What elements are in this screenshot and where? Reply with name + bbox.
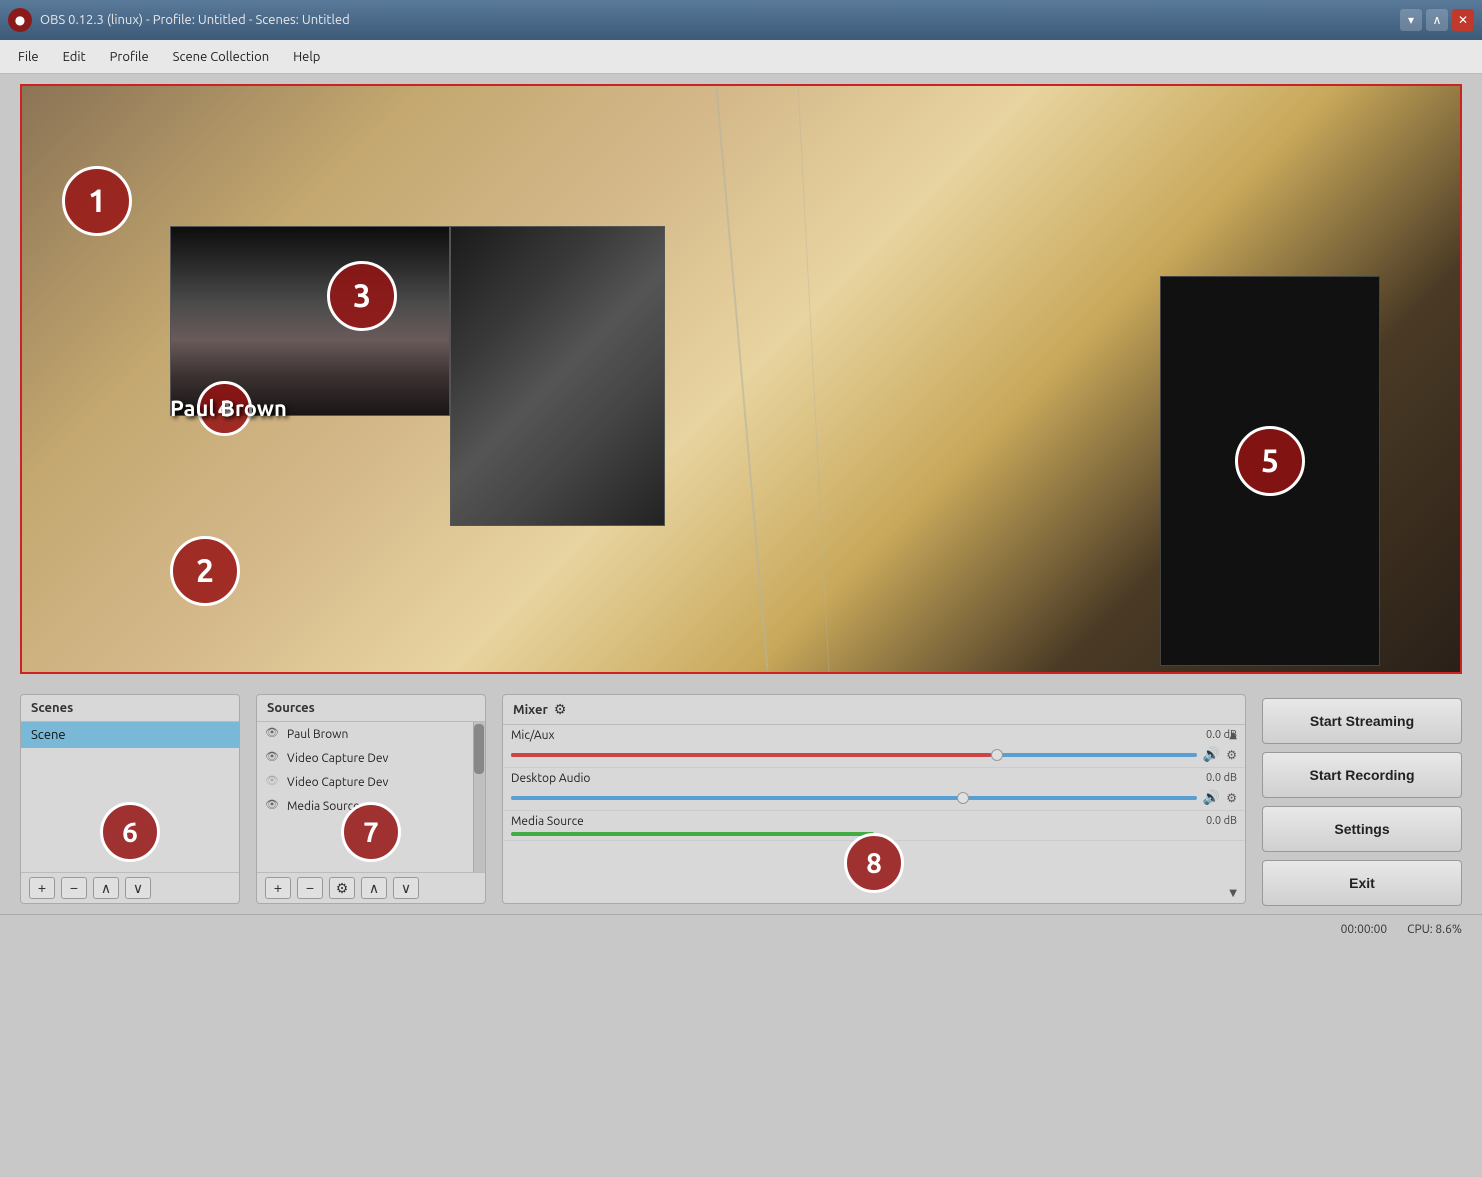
- sources-remove-button[interactable]: −: [297, 877, 323, 899]
- mixer-gear-icon[interactable]: ⚙: [554, 701, 567, 718]
- lower-third-text: Paul Brown: [170, 396, 287, 421]
- scenes-panel-header: Scenes: [21, 695, 239, 722]
- mixer-track-name-1: Mic/Aux: [511, 729, 631, 742]
- overlay-number-3: 3: [327, 261, 397, 331]
- scenes-panel-footer: + − ∧ ∨: [21, 872, 239, 903]
- mixer-track-name-2: Desktop Audio: [511, 772, 631, 785]
- menu-profile[interactable]: Profile: [100, 46, 159, 68]
- sources-panel-header: Sources: [257, 695, 485, 722]
- mixer-settings-1[interactable]: ⚙: [1226, 748, 1237, 762]
- start-streaming-button[interactable]: Start Streaming: [1262, 698, 1462, 744]
- mixer-panel: Mixer ⚙ ▲ Mic/Aux 0.0 dB: [502, 694, 1246, 904]
- source-panel-bg-2: [451, 227, 664, 525]
- mixer-track-name-3: Media Source: [511, 815, 631, 828]
- overlay-number-8: 8: [844, 833, 904, 893]
- mixer-slider-1[interactable]: [511, 753, 1197, 757]
- visibility-icon-2[interactable]: 👁: [265, 750, 281, 766]
- mixer-db-3: 0.0 dB: [1192, 815, 1237, 828]
- menu-scene-collection[interactable]: Scene Collection: [163, 46, 279, 68]
- visibility-icon-1[interactable]: 👁: [265, 726, 281, 742]
- sources-down-button[interactable]: ∨: [393, 877, 419, 899]
- overlay-number-2: 2: [170, 536, 240, 606]
- visibility-icon-3[interactable]: 👁: [265, 774, 281, 790]
- sources-panel-footer: + − ⚙ ∧ ∨: [257, 872, 485, 903]
- title-bar-left: ● OBS 0.12.3 (linux) - Profile: Untitled…: [8, 8, 350, 32]
- scenes-remove-button[interactable]: −: [61, 877, 87, 899]
- overlay-number-6: 6: [100, 802, 160, 862]
- exit-button[interactable]: Exit: [1262, 860, 1462, 906]
- minimize-button[interactable]: ▾: [1400, 9, 1422, 31]
- sources-scrollbar[interactable]: [473, 722, 485, 872]
- overlay-number-5: 5: [1235, 426, 1305, 496]
- scenes-add-button[interactable]: +: [29, 877, 55, 899]
- status-cpu: CPU: 8.6%: [1407, 923, 1462, 936]
- menu-edit[interactable]: Edit: [53, 46, 96, 68]
- scenes-down-button[interactable]: ∨: [125, 877, 151, 899]
- mixer-mute-2[interactable]: 🔊: [1203, 789, 1220, 806]
- mixer-scroll-up[interactable]: ▲: [1227, 727, 1239, 743]
- scenes-up-button[interactable]: ∧: [93, 877, 119, 899]
- menu-help[interactable]: Help: [283, 46, 330, 68]
- maximize-button[interactable]: ∧: [1426, 9, 1448, 31]
- overlay-number-1: 1: [62, 166, 132, 236]
- source-item-paul-brown[interactable]: 👁 Paul Brown: [257, 722, 485, 746]
- mixer-scroll-down[interactable]: ▼: [1227, 885, 1239, 901]
- status-bar: 00:00:00 CPU: 8.6%: [0, 914, 1482, 944]
- mixer-track-desktop: Desktop Audio 0.0 dB 🔊 ⚙: [503, 768, 1245, 811]
- title-bar-right: ▾ ∧ ✕: [1400, 9, 1474, 31]
- sources-add-button[interactable]: +: [265, 877, 291, 899]
- scenes-panel: Scenes Scene 6 + − ∧ ∨: [20, 694, 240, 904]
- scenes-title: Scenes: [31, 701, 73, 715]
- bottom-controls: Scenes Scene 6 + − ∧ ∨ Sources 👁: [0, 684, 1482, 914]
- control-buttons: Start Streaming Start Recording Settings…: [1262, 694, 1462, 904]
- sources-panel-body: 👁 Paul Brown 👁 Video Capture Dev 👁 Video…: [257, 722, 485, 872]
- status-time: 00:00:00: [1341, 923, 1388, 936]
- mixer-level-bar-3: [511, 832, 874, 836]
- menu-bar: File Edit Profile Scene Collection Help: [0, 40, 1482, 74]
- mixer-mute-1[interactable]: 🔊: [1203, 746, 1220, 763]
- mixer-slider-2[interactable]: [511, 796, 1197, 800]
- source-panel-2: [450, 226, 665, 526]
- settings-button[interactable]: Settings: [1262, 806, 1462, 852]
- mixer-db-2: 0.0 dB: [1192, 772, 1237, 785]
- sources-title: Sources: [267, 701, 315, 715]
- app-icon: ●: [8, 8, 32, 32]
- sources-scrollbar-thumb[interactable]: [474, 724, 484, 774]
- visibility-icon-4[interactable]: 👁: [265, 798, 281, 814]
- mixer-track-mic: Mic/Aux 0.0 dB 🔊 ⚙: [503, 725, 1245, 768]
- preview-area: 1 2 3 4 5 Paul Brown: [20, 84, 1462, 674]
- scene-item-scene[interactable]: Scene: [21, 722, 239, 748]
- close-button[interactable]: ✕: [1452, 9, 1474, 31]
- sources-panel: Sources 👁 Paul Brown 👁 Video Capture Dev…: [256, 694, 486, 904]
- mixer-settings-2[interactable]: ⚙: [1226, 791, 1237, 805]
- overlay-number-7: 7: [341, 802, 401, 862]
- mixer-panel-header: Mixer ⚙: [503, 695, 1245, 725]
- scenes-panel-body: Scene 6: [21, 722, 239, 872]
- sources-settings-button[interactable]: ⚙: [329, 877, 355, 899]
- window-title: OBS 0.12.3 (linux) - Profile: Untitled -…: [40, 13, 350, 27]
- title-bar: ● OBS 0.12.3 (linux) - Profile: Untitled…: [0, 0, 1482, 40]
- mixer-title: Mixer: [513, 703, 548, 717]
- mixer-panel-body: ▲ Mic/Aux 0.0 dB 🔊 ⚙: [503, 725, 1245, 903]
- menu-file[interactable]: File: [8, 46, 49, 68]
- source-item-video-capture-1[interactable]: 👁 Video Capture Dev: [257, 746, 485, 770]
- source-item-video-capture-2[interactable]: 👁 Video Capture Dev: [257, 770, 485, 794]
- sources-up-button[interactable]: ∧: [361, 877, 387, 899]
- start-recording-button[interactable]: Start Recording: [1262, 752, 1462, 798]
